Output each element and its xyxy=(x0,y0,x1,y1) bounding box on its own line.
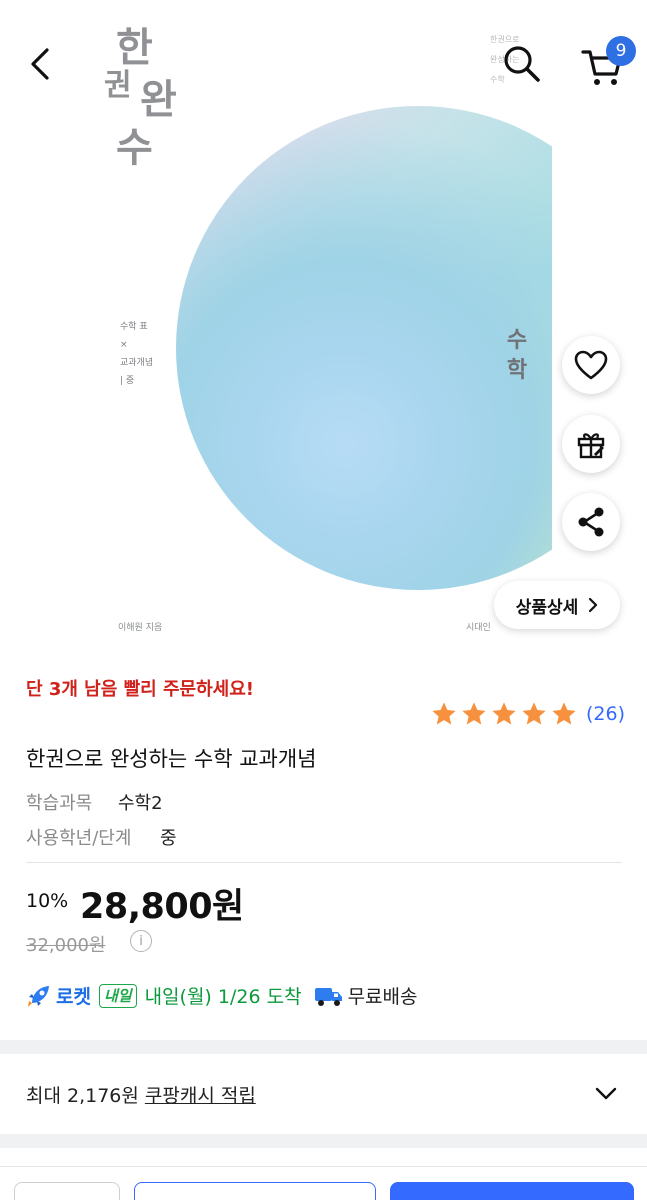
spec-key: 학습과목 xyxy=(26,793,93,814)
sale-price: 28,800원 xyxy=(80,887,244,927)
cover-note-line: × xyxy=(120,340,128,350)
cover-author: 이해원 지음 xyxy=(118,623,163,633)
share-button[interactable] xyxy=(562,493,620,551)
star-icon xyxy=(552,702,576,725)
cover-publisher: 시대인 xyxy=(466,623,491,633)
spec-row: 사용학년/단계 중 xyxy=(26,824,177,850)
cash-reward-row[interactable]: 최대 2,176원 쿠팡캐시 적립 xyxy=(0,1054,647,1134)
star-icon xyxy=(492,702,516,725)
wishlist-button[interactable] xyxy=(562,336,620,394)
spec-row: 학습과목 수학2 xyxy=(26,789,163,815)
search-button[interactable] xyxy=(498,40,546,88)
info-icon[interactable]: i xyxy=(130,930,152,952)
chevron-down-icon[interactable] xyxy=(594,1082,618,1106)
cover-char: 권 xyxy=(104,68,132,103)
original-price: 32,000원 xyxy=(26,935,106,956)
product-detail-button[interactable]: 상품상세 xyxy=(494,581,620,629)
star-icon xyxy=(432,702,456,725)
rating-stars xyxy=(430,700,578,728)
truck-icon xyxy=(314,987,342,1006)
product-title: 한권으로 완성하는 수학 교과개념 xyxy=(26,747,317,771)
cash-reward-amount: 최대 2,176원 xyxy=(26,1084,139,1107)
buy-now-button[interactable] xyxy=(390,1182,634,1200)
discount-rate: 10% xyxy=(26,890,69,912)
product-detail-label: 상품상세 xyxy=(515,597,579,618)
product-image-area[interactable]: 한 권 완 수 한권으로 완성하는 수학 수학 수학 표 × 교과개념 | 중 … xyxy=(0,0,647,652)
delivery-badge: 내일 xyxy=(98,983,137,1008)
spec-value: 수학2 xyxy=(118,793,163,814)
section-separator xyxy=(0,1040,647,1054)
rocket-label: 로켓 xyxy=(56,986,91,1008)
cover-note-line: 수학 표 xyxy=(120,322,148,332)
cover-title: 한 권 완 수 xyxy=(104,28,194,178)
divider xyxy=(26,862,622,863)
cover-note-line: 교과개념 xyxy=(120,358,154,368)
delivery-info: 로켓 내일 내일(월) 1/26 도착 무료배송 xyxy=(26,982,417,1009)
cover-vertical-text: 수학 xyxy=(506,328,528,383)
cover-char: 수 xyxy=(116,125,153,171)
rocket-icon xyxy=(28,985,49,1007)
spec-key: 사용학년/단계 xyxy=(26,828,132,849)
cover-note: 수학 표 × 교과개념 | 중 xyxy=(120,318,153,390)
section-separator xyxy=(0,1134,647,1148)
cover-note-line: | 중 xyxy=(120,376,135,386)
review-count[interactable]: (26) xyxy=(586,703,625,725)
cart-button[interactable]: 9 xyxy=(576,36,636,88)
cover-char: 한 xyxy=(116,25,153,71)
gift-button[interactable] xyxy=(562,415,620,473)
heart-icon xyxy=(574,350,608,380)
share-icon xyxy=(578,507,604,537)
cover-char: 완 xyxy=(140,77,177,123)
rating[interactable]: (26) xyxy=(430,700,625,728)
gift-icon xyxy=(577,433,605,459)
search-icon xyxy=(504,46,540,82)
star-icon xyxy=(462,702,486,725)
spec-value: 중 xyxy=(160,828,177,849)
quantity-button[interactable] xyxy=(14,1182,120,1200)
star-icon xyxy=(522,702,546,725)
arrival-date: 내일(월) 1/26 도착 xyxy=(144,986,302,1008)
add-to-cart-button[interactable] xyxy=(134,1182,376,1200)
cart-count-badge: 9 xyxy=(606,36,636,66)
chevron-left-icon xyxy=(31,48,49,80)
cash-reward-link[interactable]: 쿠팡캐시 적립 xyxy=(145,1081,256,1108)
chevron-right-icon xyxy=(589,597,598,613)
stock-urgency-notice: 단 3개 남음 빨리 주문하세요! xyxy=(26,679,254,700)
free-shipping: 무료배송 xyxy=(347,986,418,1008)
back-button[interactable] xyxy=(18,42,62,86)
